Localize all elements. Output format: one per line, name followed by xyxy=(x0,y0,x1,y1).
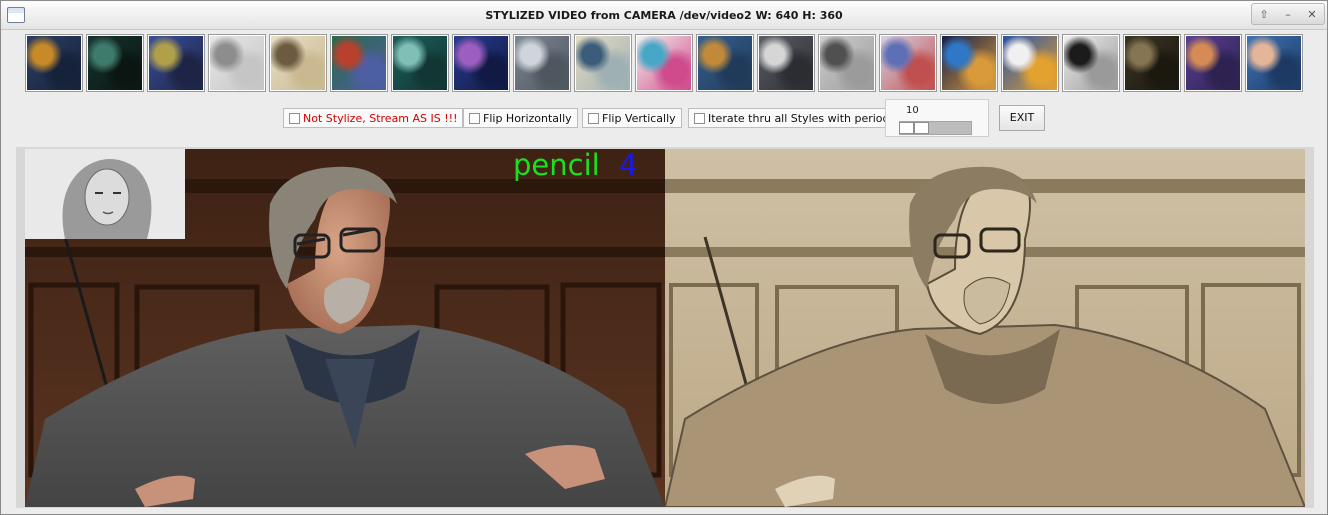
thumb-night-rain[interactable] xyxy=(940,34,998,92)
close-icon[interactable]: ✕ xyxy=(1302,8,1322,21)
thumb-great-wave[interactable] xyxy=(574,34,632,92)
thumb-color-leaves[interactable] xyxy=(635,34,693,92)
thumb-blue-circles[interactable] xyxy=(1001,34,1059,92)
thumb-pollock[interactable] xyxy=(1062,34,1120,92)
thumb-frida[interactable] xyxy=(391,34,449,92)
flip-horizontally-checkbox[interactable]: Flip Horizontally xyxy=(463,108,578,128)
thumb-galaxy[interactable] xyxy=(452,34,510,92)
flip-vertically-checkbox[interactable]: Flip Vertically xyxy=(582,108,682,128)
thumb-picasso[interactable] xyxy=(1245,34,1303,92)
thumb-green-mosaic[interactable] xyxy=(330,34,388,92)
window-controls: ⇧ – ✕ xyxy=(1251,3,1325,25)
current-style-preview xyxy=(25,149,185,239)
checkbox-box[interactable] xyxy=(694,112,705,124)
period-value: 10 xyxy=(906,105,919,116)
controls-row: Not Stylize, Stream AS IS !!! Flip Horiz… xyxy=(1,99,1328,139)
thumb-dark-figure[interactable] xyxy=(1123,34,1181,92)
not-stylize-checkbox[interactable]: Not Stylize, Stream AS IS !!! xyxy=(283,108,464,128)
thumb-scream[interactable] xyxy=(696,34,754,92)
flip-horizontally-label: Flip Horizontally xyxy=(483,111,572,125)
stylized-video-frame xyxy=(665,149,1305,507)
period-slider-handle[interactable] xyxy=(899,122,914,134)
pencil-portrait-preview xyxy=(25,149,185,239)
checkbox-box[interactable] xyxy=(469,112,480,124)
thumb-portrait-cream[interactable] xyxy=(269,34,327,92)
period-slider-panel: 10 xyxy=(885,99,989,137)
exit-button[interactable]: EXIT xyxy=(999,105,1045,131)
title-bar[interactable]: STYLIZED VIDEO from CAMERA /dev/video2 W… xyxy=(1,1,1327,30)
thumb-pointillism[interactable] xyxy=(879,34,937,92)
restore-icon[interactable]: ⇧ xyxy=(1254,8,1274,21)
thumb-cubist-gray[interactable] xyxy=(757,34,815,92)
thumb-pencil-portrait[interactable] xyxy=(208,34,266,92)
window-title: STYLIZED VIDEO from CAMERA /dev/video2 W… xyxy=(485,9,843,22)
style-index-overlay: 4 xyxy=(619,148,638,182)
checkbox-box[interactable] xyxy=(588,112,599,124)
iterate-styles-checkbox[interactable]: Iterate thru all Styles with period: xyxy=(688,108,900,128)
thumb-starry-night[interactable] xyxy=(25,34,83,92)
stylized-video xyxy=(665,149,1305,507)
thumb-dark-landscape[interactable] xyxy=(86,34,144,92)
thumb-blue-mosaic[interactable] xyxy=(147,34,205,92)
style-thumbnail-strip xyxy=(25,34,1307,92)
iterate-styles-label: Iterate thru all Styles with period: xyxy=(708,111,894,125)
period-slider-handle-secondary[interactable] xyxy=(914,122,929,134)
minimize-icon[interactable]: – xyxy=(1278,8,1298,21)
checkbox-box[interactable] xyxy=(289,112,300,124)
style-name-overlay: pencil xyxy=(513,148,600,182)
app-window: STYLIZED VIDEO from CAMERA /dev/video2 W… xyxy=(0,0,1328,515)
not-stylize-label: Not Stylize, Stream AS IS !!! xyxy=(303,111,458,125)
flip-vertically-label: Flip Vertically xyxy=(602,111,676,125)
thumb-gray-sketch[interactable] xyxy=(513,34,571,92)
thumb-escher[interactable] xyxy=(818,34,876,92)
thumb-purple-head[interactable] xyxy=(1184,34,1242,92)
